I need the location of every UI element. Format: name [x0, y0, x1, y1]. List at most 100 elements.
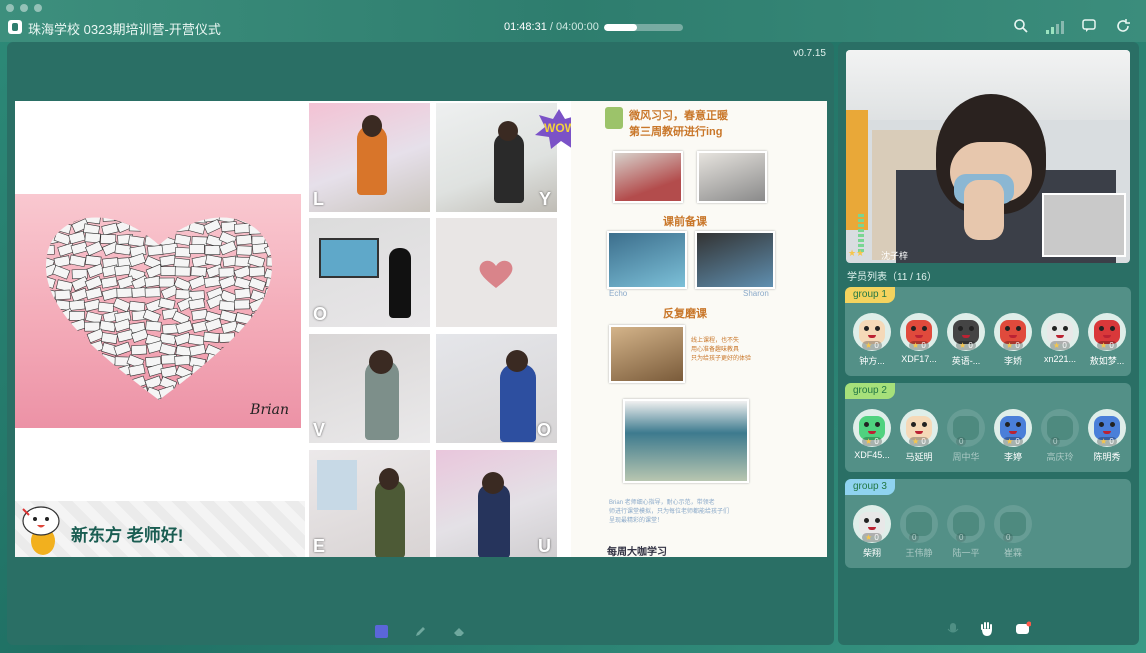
- timer-separator: /: [546, 21, 556, 33]
- student-name: 柴翔: [862, 548, 881, 558]
- star-count-badge: ★ 0: [862, 341, 882, 350]
- photo-card: [45, 377, 56, 393]
- star-count-badge: ★ 0: [1003, 341, 1023, 350]
- photo-tile: O: [309, 218, 430, 327]
- student-tile[interactable]: ★ 0 李娇: [992, 313, 1034, 367]
- side-toolbar: [838, 620, 1139, 642]
- photo-card: [56, 330, 75, 347]
- chat-icon[interactable]: [1080, 18, 1098, 36]
- student-tile[interactable]: 0 陆一平: [945, 505, 987, 559]
- photo-card: [265, 277, 273, 290]
- square-icon[interactable]: [375, 624, 388, 638]
- student-tile[interactable]: ★ 0 马延明: [898, 409, 940, 463]
- star-count-badge: 0: [1003, 533, 1014, 542]
- close-window-button[interactable]: [6, 4, 14, 12]
- student-tile[interactable]: ★ 0 柴翔: [851, 505, 893, 559]
- photo-card: [84, 232, 101, 244]
- student-name: 李婷: [1003, 452, 1022, 462]
- student-name: 陈明秀: [1093, 452, 1121, 462]
- photo-card: [176, 401, 191, 410]
- student-tile[interactable]: ★ 0 钟方...: [851, 313, 893, 367]
- photo-card: [85, 356, 102, 367]
- student-tile[interactable]: 0 王伟静: [898, 505, 940, 559]
- star-icon: ★: [912, 437, 922, 446]
- star-count-badge: 0: [956, 533, 967, 542]
- photo-card: [68, 395, 86, 401]
- photo-card: [188, 275, 207, 290]
- star-count-badge: ★ 0: [909, 341, 929, 350]
- photo-card: [249, 366, 267, 380]
- refresh-icon[interactable]: [1114, 18, 1132, 36]
- photo-card: [45, 354, 56, 366]
- photo-card: [102, 217, 119, 222]
- photo-card: [248, 217, 265, 223]
- photo-card: [141, 201, 158, 215]
- student-avatar: 0: [1041, 409, 1079, 447]
- student-tile[interactable]: ★ 0 XDF17...: [898, 313, 940, 367]
- maximize-window-button[interactable]: [34, 4, 42, 12]
- photo-card: [144, 275, 162, 288]
- student-tile[interactable]: 0 崔霖: [992, 505, 1034, 559]
- roster-title: 学员列表（11 / 16）: [847, 272, 937, 283]
- title-bar: 珠海学校 0323期培训营-开营仪式 01:48:31 / 04:00:00: [0, 0, 1146, 42]
- class-progress-fill: [604, 24, 638, 31]
- photo-card: [174, 246, 191, 258]
- photo-card: [99, 364, 116, 376]
- heart-icon: [479, 260, 513, 288]
- mic-icon[interactable]: [947, 622, 959, 641]
- photo-card: [186, 377, 205, 392]
- student-tile[interactable]: ★ 0 陈明秀: [1086, 409, 1128, 463]
- photo-tile: E: [309, 450, 430, 557]
- star-count: 0: [874, 437, 879, 446]
- photo-card: [115, 200, 132, 213]
- minimize-window-button[interactable]: [20, 4, 28, 12]
- chat-bubble-icon[interactable]: [1015, 621, 1031, 642]
- photo-card: [158, 385, 177, 399]
- student-avatar: 0: [994, 505, 1032, 543]
- photo-card: [204, 363, 223, 378]
- slogan-text: 新东方 老师好!: [71, 526, 184, 545]
- signal-icon[interactable]: [1046, 18, 1064, 36]
- photo-card: [45, 244, 55, 255]
- photo-card: [234, 364, 253, 378]
- courseware-slide[interactable]: Brian 新东方 老师好! L Y O V O E U WOW 微风习习，春意…: [15, 101, 827, 557]
- photo-card: [114, 264, 131, 277]
- student-tile[interactable]: ★ 0 敖如梦...: [1086, 313, 1128, 367]
- photo-card: [218, 275, 237, 290]
- student-tile[interactable]: ★ 0 XDF45...: [851, 409, 893, 463]
- star-icon: ★: [865, 341, 875, 350]
- student-name: 敖如梦...: [1089, 356, 1125, 366]
- photo-card: [263, 329, 273, 344]
- student-tile[interactable]: ★ 0 xn221...: [1039, 313, 1081, 367]
- photo-card: [221, 409, 238, 410]
- photo-card: [100, 276, 118, 289]
- star-count: 0: [921, 341, 926, 350]
- photo-card: [177, 408, 194, 410]
- star-icon: ★: [1100, 437, 1110, 446]
- photo-card: [70, 241, 89, 255]
- photo-card: [218, 366, 237, 381]
- poster-label-echo: Echo: [609, 289, 628, 298]
- raise-hand-icon[interactable]: [979, 621, 995, 642]
- photo-grid: L Y O V O E U: [309, 103, 559, 557]
- heart-collage: Brian: [15, 194, 301, 428]
- photo-card: [206, 352, 224, 367]
- student-tile[interactable]: ★ 0 李婷: [992, 409, 1034, 463]
- photo-card: [201, 398, 220, 401]
- eraser-icon[interactable]: [453, 625, 466, 638]
- self-preview[interactable]: [1042, 193, 1126, 257]
- search-icon[interactable]: [1012, 18, 1030, 36]
- photo-card: [54, 220, 72, 235]
- photo-card: [71, 387, 90, 401]
- photo-card: [159, 254, 177, 267]
- poster-subheadline: 第三周教研进行ing: [629, 126, 723, 138]
- top-toolbar: [1012, 18, 1132, 36]
- teacher-camera[interactable]: [846, 50, 1130, 263]
- pen-icon[interactable]: [414, 625, 427, 638]
- photo-card: [266, 352, 273, 365]
- photo-card: [219, 374, 238, 388]
- student-tile[interactable]: 0 周中华: [945, 409, 987, 463]
- photo-card: [248, 353, 267, 368]
- student-tile[interactable]: ★ 0 英语-...: [945, 313, 987, 367]
- student-tile[interactable]: 0 高庆玲: [1039, 409, 1081, 463]
